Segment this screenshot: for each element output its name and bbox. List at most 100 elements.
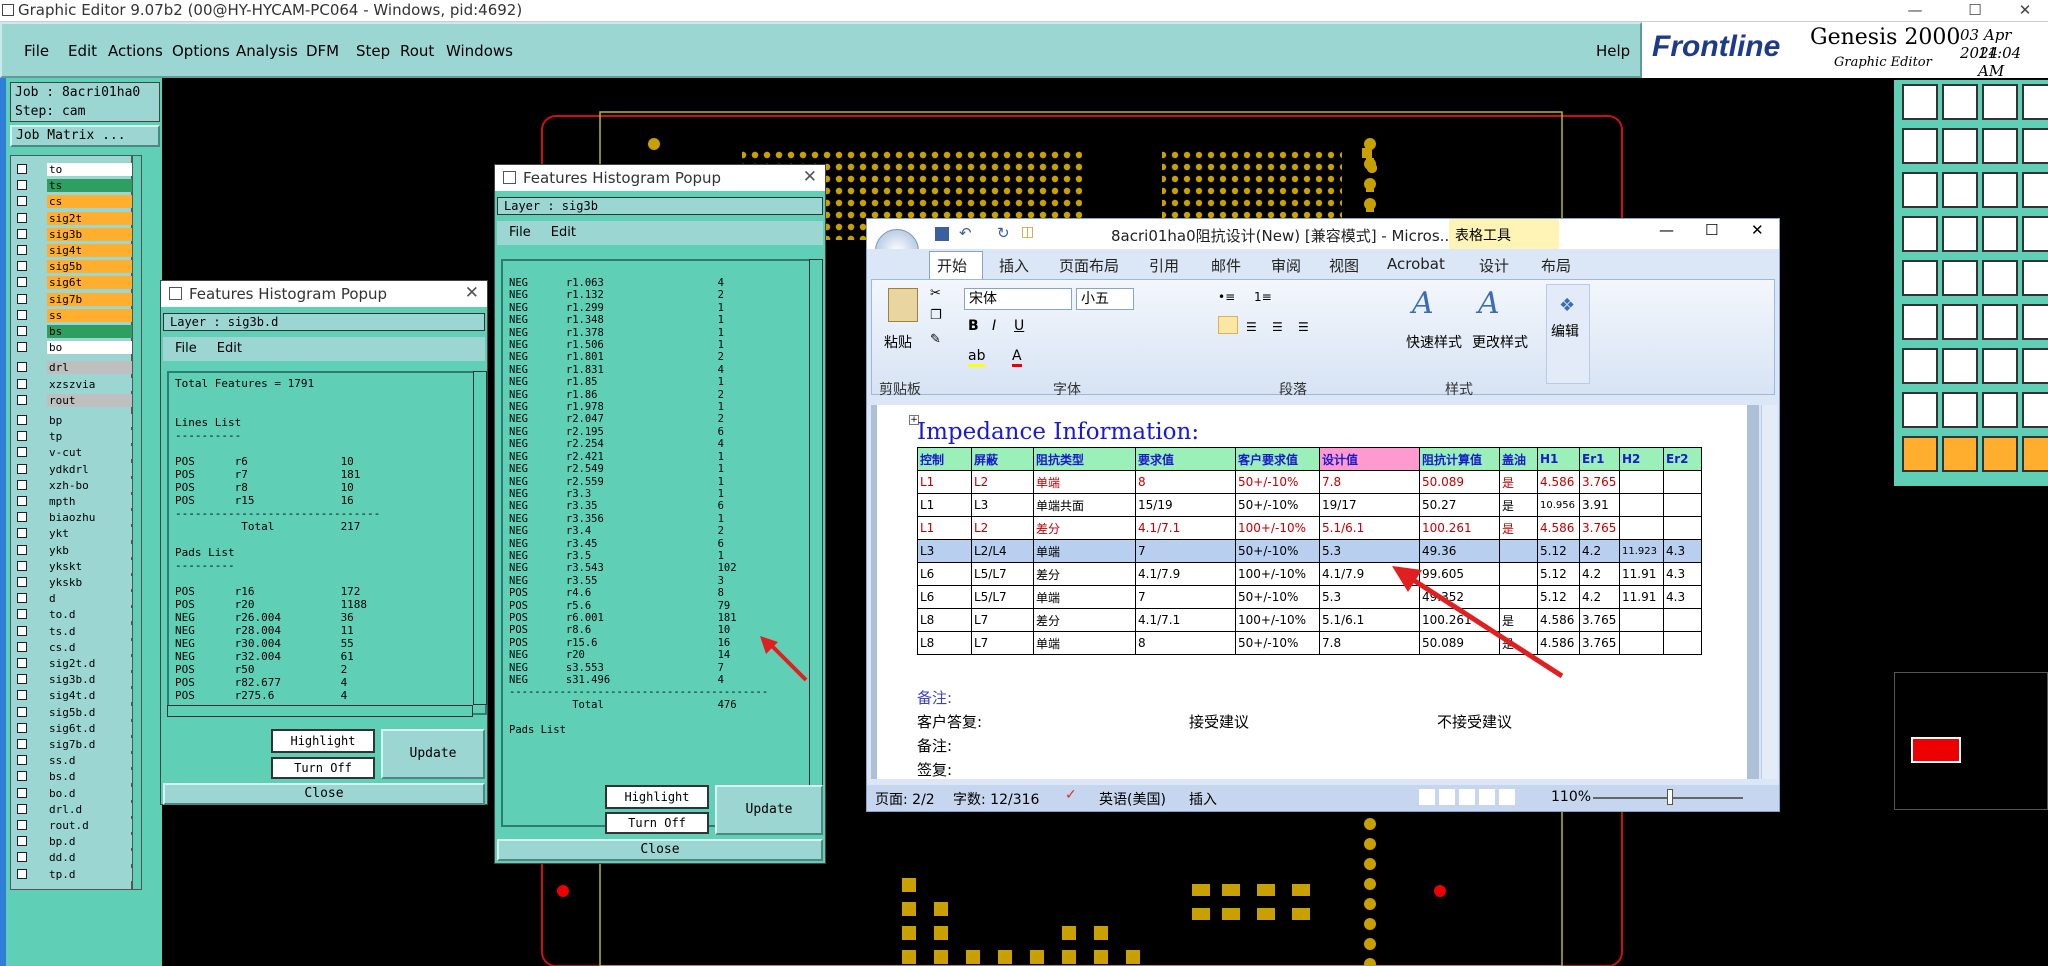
table-cell[interactable]: 7.8	[1319, 470, 1420, 494]
justify-icon[interactable]: ☰	[1298, 320, 1309, 334]
layer-name[interactable]: ykskb	[47, 576, 141, 589]
tab-design[interactable]: 设计	[1479, 255, 1509, 276]
layer-name[interactable]: tp.d	[47, 867, 141, 881]
popup-menu-file[interactable]: File	[509, 225, 531, 240]
layer-checkbox[interactable]	[17, 755, 27, 766]
layer-checkbox[interactable]	[17, 394, 27, 405]
tab-review[interactable]: 审阅	[1271, 255, 1301, 276]
layer-row[interactable]: sig6t.d	[11, 721, 141, 736]
close-button[interactable]: ✕	[2000, 0, 2048, 22]
layer-checkbox[interactable]	[17, 852, 27, 863]
align-center-icon[interactable]: ☰	[1246, 320, 1257, 334]
table-cell[interactable]: 3.765	[1579, 608, 1620, 632]
table-row[interactable]: L8 L7 差分 4.1/7.1 100+/-10% 5.1/6.1 100.261 是 4.5…	[917, 608, 1702, 632]
table-cell[interactable]: L5/L7	[971, 585, 1034, 609]
numbering-icon[interactable]: 1≡	[1254, 290, 1272, 304]
layer-checkbox[interactable]	[17, 431, 27, 442]
table-cell[interactable]: 4.1/7.1	[1135, 516, 1236, 540]
popup-close-icon[interactable]: ✕	[803, 167, 817, 187]
table-row[interactable]: L1 L2 单端 8 50+/-10% 7.8 50.089 是 4.586 3.765	[917, 470, 1702, 494]
table-cell[interactable]: 50+/-10%	[1235, 539, 1320, 563]
layer-name[interactable]: sig3b.d	[47, 673, 141, 687]
layer-checkbox[interactable]	[17, 228, 27, 239]
table-cell[interactable]: L7	[971, 631, 1034, 655]
table-cell[interactable]: 7	[1135, 585, 1236, 609]
copy-tool-icon[interactable]	[1982, 128, 2018, 164]
layer-name[interactable]: ss.d	[47, 754, 141, 768]
undo-tool-icon[interactable]	[1982, 348, 2018, 384]
word-minimize-button[interactable]: —	[1659, 221, 1674, 239]
undo-icon[interactable]: ↶	[959, 224, 972, 242]
table-header-cell[interactable]: H1	[1537, 447, 1580, 471]
layer-name[interactable]: cs	[47, 195, 141, 209]
rotate-tool-icon[interactable]	[2022, 128, 2048, 164]
layer-checkbox[interactable]	[17, 245, 27, 255]
select-tool-icon[interactable]	[1902, 260, 1938, 296]
tab-page-layout[interactable]: 页面布局	[1059, 255, 1119, 276]
layer-checkbox[interactable]	[17, 293, 27, 304]
triangle-out-tool-icon[interactable]	[1942, 392, 1978, 428]
layer-checkbox[interactable]	[17, 593, 27, 604]
layer-checkbox[interactable]	[17, 326, 27, 336]
triangle-tool-icon[interactable]	[1902, 392, 1938, 428]
tab-home[interactable]: 开始	[937, 255, 967, 276]
layer-checkbox[interactable]	[17, 836, 27, 847]
menu-step[interactable]: Step	[356, 42, 390, 60]
table-cell[interactable]	[1619, 493, 1664, 517]
layer-checkbox[interactable]	[17, 658, 27, 668]
table-cell[interactable]: L5/L7	[971, 562, 1034, 586]
layer-row[interactable]: d	[11, 591, 141, 606]
table-header-cell[interactable]: Er1	[1579, 447, 1620, 471]
layer-row[interactable]: sig7b.d	[11, 737, 141, 752]
table-cell[interactable]: 8	[1135, 470, 1236, 494]
table-row[interactable]: L6 L5/L7 差分 4.1/7.9 100+/-10% 4.1/7.9 99.605 5.…	[917, 562, 1702, 586]
layer-name[interactable]: rout.d	[47, 819, 141, 832]
home-tool-icon[interactable]	[1982, 84, 2018, 120]
underline-icon[interactable]: U	[1014, 318, 1024, 334]
table-cell[interactable]: 是	[1499, 470, 1538, 494]
table-cell[interactable]: 4.2	[1579, 539, 1620, 563]
table-cell[interactable]	[1663, 470, 1702, 494]
close-popup-button[interactable]: Close	[497, 839, 823, 861]
pointer-tool-icon[interactable]	[1902, 436, 1938, 472]
layer-row[interactable]: rout	[11, 393, 141, 408]
layer-row[interactable]: sig3b.d	[11, 672, 141, 687]
panel-tool-icon[interactable]	[2022, 304, 2048, 340]
align-right-icon[interactable]: ☰	[1272, 320, 1283, 334]
redo-icon[interactable]: ↻	[997, 224, 1010, 242]
word-vscroll[interactable]	[1761, 405, 1777, 779]
layer-row[interactable]: xzszvia	[11, 377, 141, 392]
table-header-cell[interactable]: 控制	[917, 447, 972, 471]
layer-name[interactable]: sig2t	[47, 211, 141, 225]
point-tool-icon[interactable]	[1902, 304, 1938, 340]
layer-name[interactable]: sig3b	[47, 227, 141, 241]
spellcheck-icon[interactable]: ✓	[1065, 787, 1077, 803]
table-cell[interactable]: 49.36	[1419, 539, 1500, 563]
cut-tool-icon[interactable]	[1942, 260, 1978, 296]
menu-analysis[interactable]: Analysis	[236, 42, 298, 60]
layer-row[interactable]: ykb	[11, 543, 141, 558]
table-cell[interactable]: 3.765	[1579, 516, 1620, 540]
layer-row[interactable]: drl.d	[11, 802, 141, 817]
layer-row[interactable]: ykskt	[11, 559, 141, 574]
layer-checkbox[interactable]	[17, 528, 27, 539]
snap-tool-icon[interactable]	[1902, 128, 1938, 164]
table-cell[interactable]	[1619, 470, 1664, 494]
layer-row[interactable]: drl	[11, 360, 141, 375]
turn-off-button[interactable]: Turn Off	[605, 812, 709, 834]
layer-checkbox[interactable]	[17, 544, 27, 555]
table-cell[interactable]: 差分	[1033, 516, 1136, 540]
table-cell[interactable]: 5.3	[1319, 539, 1420, 563]
tab-acrobat[interactable]: Acrobat	[1387, 255, 1445, 273]
close-popup-button[interactable]: Close	[163, 783, 485, 805]
table-cell[interactable]: 单端	[1033, 631, 1136, 655]
table-cell[interactable]: 11.91	[1619, 562, 1664, 586]
table-cell[interactable]: 单端	[1033, 470, 1136, 494]
mini-map[interactable]	[1894, 672, 2048, 810]
table-cell[interactable]: 11.91	[1619, 585, 1664, 609]
layer-row[interactable]: mpth	[11, 494, 141, 509]
tab-layout[interactable]: 布局	[1541, 255, 1571, 276]
highlight-button[interactable]: Highlight	[605, 785, 709, 809]
layer-checkbox[interactable]	[17, 674, 27, 685]
table-cell[interactable]: 100+/-10%	[1235, 562, 1320, 586]
